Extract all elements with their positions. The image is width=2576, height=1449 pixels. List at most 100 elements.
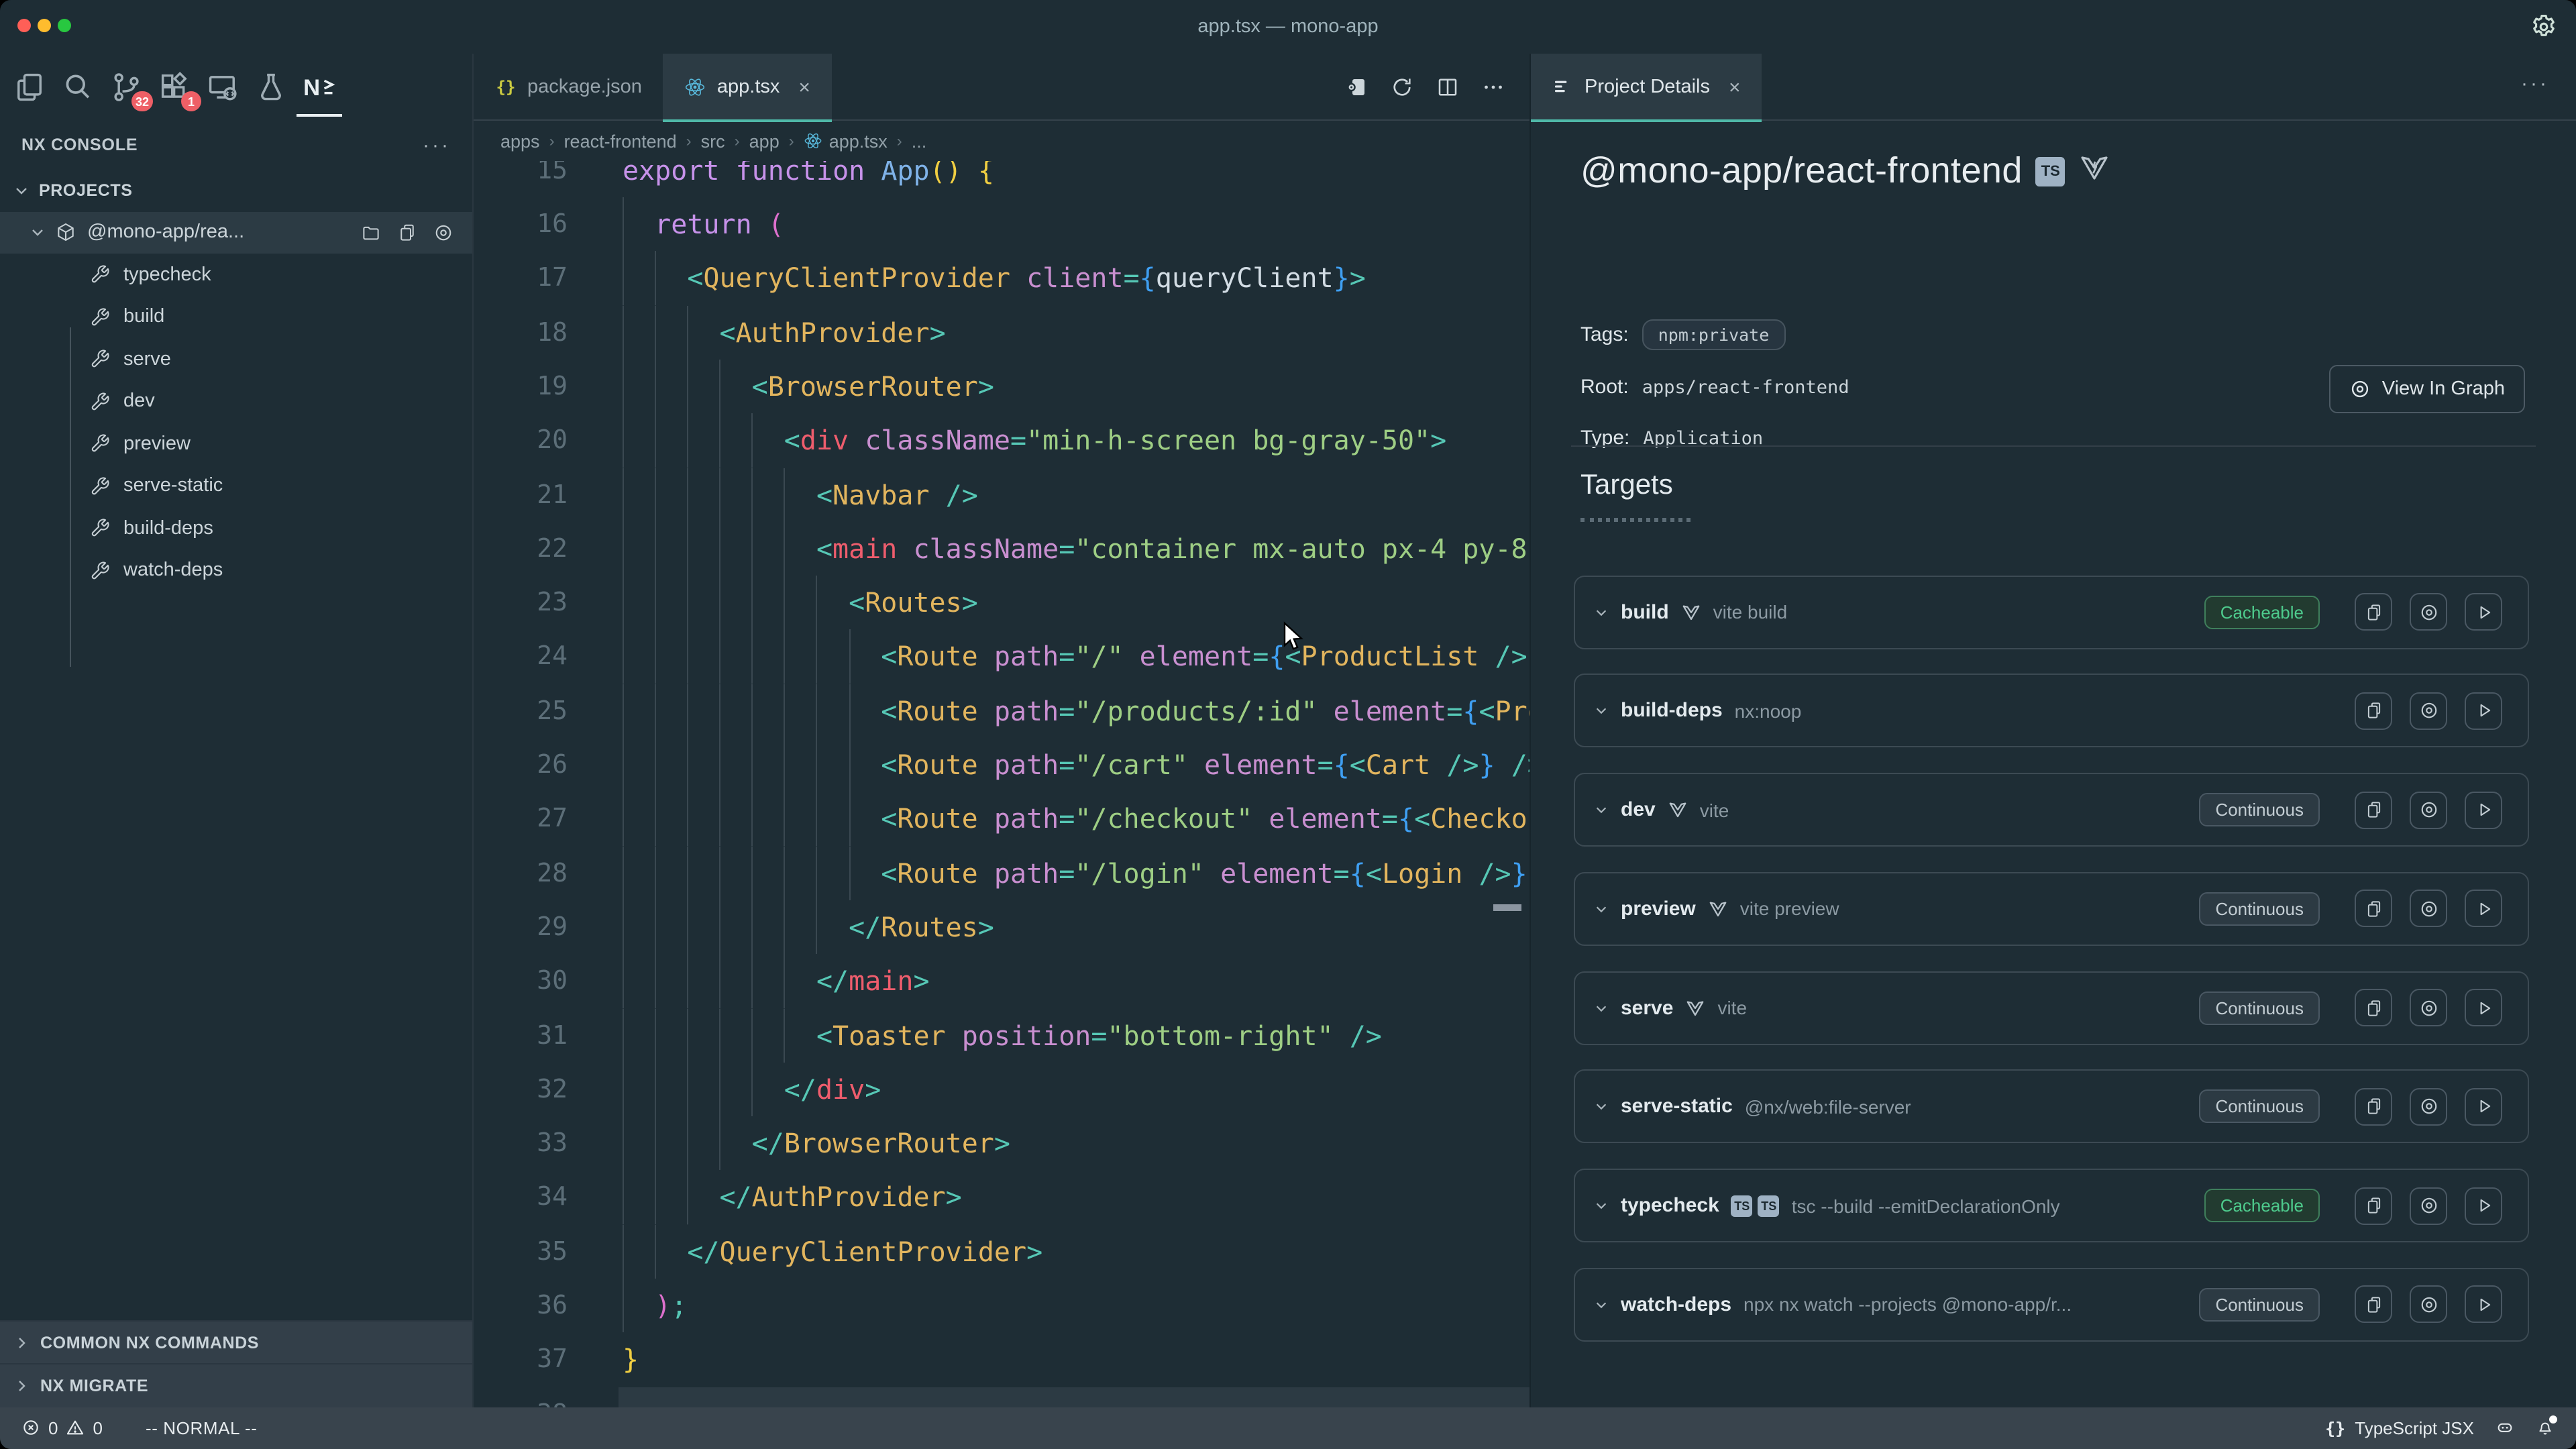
clipboard-icon bbox=[2363, 1295, 2383, 1315]
folder-icon[interactable] bbox=[361, 223, 381, 243]
line-number: 18 bbox=[474, 305, 568, 360]
clipboard-button[interactable] bbox=[2355, 1187, 2392, 1224]
beaker-icon bbox=[254, 70, 288, 105]
tree-item-project[interactable]: @mono-app/rea... bbox=[0, 211, 472, 254]
close-tab-icon[interactable]: × bbox=[798, 76, 810, 99]
graph-icon bbox=[2350, 378, 2371, 400]
gear-icon[interactable] bbox=[2529, 12, 2559, 42]
play-icon bbox=[2473, 1195, 2493, 1216]
clipboard-button[interactable] bbox=[2355, 692, 2392, 730]
graph-button[interactable] bbox=[2410, 593, 2447, 631]
clipboard-button[interactable] bbox=[2355, 791, 2392, 828]
clipboard-button[interactable] bbox=[2355, 989, 2392, 1026]
section-nx-migrate[interactable]: NX MIGRATE bbox=[0, 1364, 472, 1407]
language-mode-selector[interactable]: {} TypeScript JSX bbox=[2325, 1418, 2474, 1438]
typescript-badge-icon: TS bbox=[1758, 1195, 1780, 1216]
chevron-down-icon[interactable] bbox=[1594, 1000, 1609, 1015]
activity-item-remote[interactable] bbox=[205, 70, 240, 105]
activity-item-search[interactable] bbox=[60, 70, 95, 105]
copy-file-icon[interactable] bbox=[397, 223, 417, 243]
breadcrumb-item-apps[interactable]: apps bbox=[500, 131, 540, 151]
breadcrumb-label: ... bbox=[912, 131, 927, 151]
breadcrumb-item-src[interactable]: src bbox=[701, 131, 725, 151]
play-button[interactable] bbox=[2465, 692, 2502, 730]
activity-badge: 1 bbox=[181, 91, 201, 111]
target-command: vite build bbox=[1713, 601, 2192, 623]
clipboard-button[interactable] bbox=[2355, 1286, 2392, 1324]
more-actions-icon[interactable] bbox=[1481, 74, 1505, 99]
clipboard-button[interactable] bbox=[2355, 890, 2392, 928]
view-in-graph-button[interactable]: View In Graph bbox=[2330, 365, 2525, 413]
chevron-down-icon[interactable] bbox=[1594, 604, 1609, 619]
play-button[interactable] bbox=[2465, 989, 2502, 1026]
chevron-down-icon[interactable] bbox=[1594, 1198, 1609, 1213]
graph-button[interactable] bbox=[2410, 1286, 2447, 1324]
target-tech-icons bbox=[1681, 602, 1701, 622]
clipboard-button[interactable] bbox=[2355, 1088, 2392, 1126]
play-button[interactable] bbox=[2465, 1187, 2502, 1224]
chevron-down-icon[interactable] bbox=[1594, 1297, 1609, 1312]
activity-item-source-control[interactable]: 32 bbox=[109, 70, 144, 105]
target-label: dev bbox=[123, 391, 155, 413]
copilot-icon[interactable] bbox=[2496, 1419, 2514, 1438]
breadcrumb-item-app-tsx[interactable]: app.tsx bbox=[804, 131, 888, 151]
json-icon: {} bbox=[495, 76, 517, 98]
error-count[interactable]: 0 bbox=[48, 1418, 58, 1438]
activity-item-extensions[interactable]: 1 bbox=[157, 70, 192, 105]
clipboard-button[interactable] bbox=[2355, 593, 2392, 631]
play-button[interactable] bbox=[2465, 1286, 2502, 1324]
split-editor-icon[interactable] bbox=[1436, 74, 1460, 99]
line-content: <BrowserRouter> bbox=[568, 360, 994, 414]
play-button[interactable] bbox=[2465, 593, 2502, 631]
graph-button[interactable] bbox=[2410, 1187, 2447, 1224]
play-button[interactable] bbox=[2465, 791, 2502, 828]
panel-more-actions-icon[interactable]: ··· bbox=[2521, 72, 2549, 95]
code-line-31: 31 <Toaster position="bottom-right" /> bbox=[474, 1008, 1529, 1063]
tree-item-target-typecheck[interactable]: typecheck bbox=[0, 254, 472, 296]
play-button[interactable] bbox=[2465, 890, 2502, 928]
chevron-down-icon[interactable] bbox=[1594, 1099, 1609, 1114]
graph-icon bbox=[2418, 701, 2438, 721]
graph-button[interactable] bbox=[2410, 890, 2447, 928]
target-tech-icons: TSTS bbox=[1731, 1195, 1780, 1216]
chevron-down-icon[interactable] bbox=[1594, 802, 1609, 817]
tab-app-tsx[interactable]: app.tsx × bbox=[663, 54, 832, 121]
graph-button[interactable] bbox=[2410, 1088, 2447, 1126]
target-icon[interactable] bbox=[433, 223, 453, 243]
breadcrumb-item--[interactable]: ... bbox=[912, 131, 927, 151]
tab-package-json[interactable]: {} package.json bbox=[474, 54, 663, 121]
tab-project-details[interactable]: Project Details × bbox=[1531, 54, 1762, 121]
line-content: </Routes> bbox=[568, 900, 994, 955]
breadcrumb-item-app[interactable]: app bbox=[749, 131, 780, 151]
notifications-bell[interactable] bbox=[2536, 1419, 2555, 1438]
target-card-dev: devviteContinuous bbox=[1574, 773, 2529, 847]
line-number: 33 bbox=[474, 1116, 568, 1171]
activity-item-explorer[interactable] bbox=[12, 70, 47, 105]
activity-bar: 32 1 N bbox=[0, 54, 472, 121]
code-editor[interactable]: 15export function App() {16 return (17 <… bbox=[474, 144, 1529, 1407]
breadcrumb-item-react-frontend[interactable]: react-frontend bbox=[564, 131, 677, 151]
target-command: vite bbox=[1717, 997, 2187, 1018]
refresh-icon[interactable] bbox=[1390, 74, 1414, 99]
nx-icon: N bbox=[302, 70, 337, 105]
close-tab-icon[interactable]: × bbox=[1729, 76, 1741, 99]
typescript-badge-icon: TS bbox=[2036, 156, 2065, 186]
play-button[interactable] bbox=[2465, 1088, 2502, 1126]
graph-button[interactable] bbox=[2410, 692, 2447, 730]
line-number: 16 bbox=[474, 197, 568, 252]
warning-icon[interactable] bbox=[66, 1419, 85, 1438]
error-icon[interactable] bbox=[21, 1419, 40, 1438]
tree-projects-header[interactable]: PROJECTS bbox=[0, 169, 472, 211]
project-details-editor-icon[interactable] bbox=[1344, 74, 1368, 99]
chevron-down-icon bbox=[30, 225, 46, 241]
graph-button[interactable] bbox=[2410, 989, 2447, 1026]
chevron-down-icon[interactable] bbox=[1594, 704, 1609, 718]
warning-count[interactable]: 0 bbox=[93, 1418, 102, 1438]
chevron-down-icon[interactable] bbox=[1594, 902, 1609, 916]
graph-button[interactable] bbox=[2410, 791, 2447, 828]
code-line-16: 16 return ( bbox=[474, 197, 1529, 252]
sidebar-more-actions-icon[interactable]: ··· bbox=[423, 133, 451, 156]
activity-item-nx-console[interactable]: N bbox=[302, 70, 337, 105]
activity-item-testing[interactable] bbox=[254, 70, 288, 105]
section-common-nx-commands[interactable]: COMMON NX COMMANDS bbox=[0, 1320, 472, 1363]
